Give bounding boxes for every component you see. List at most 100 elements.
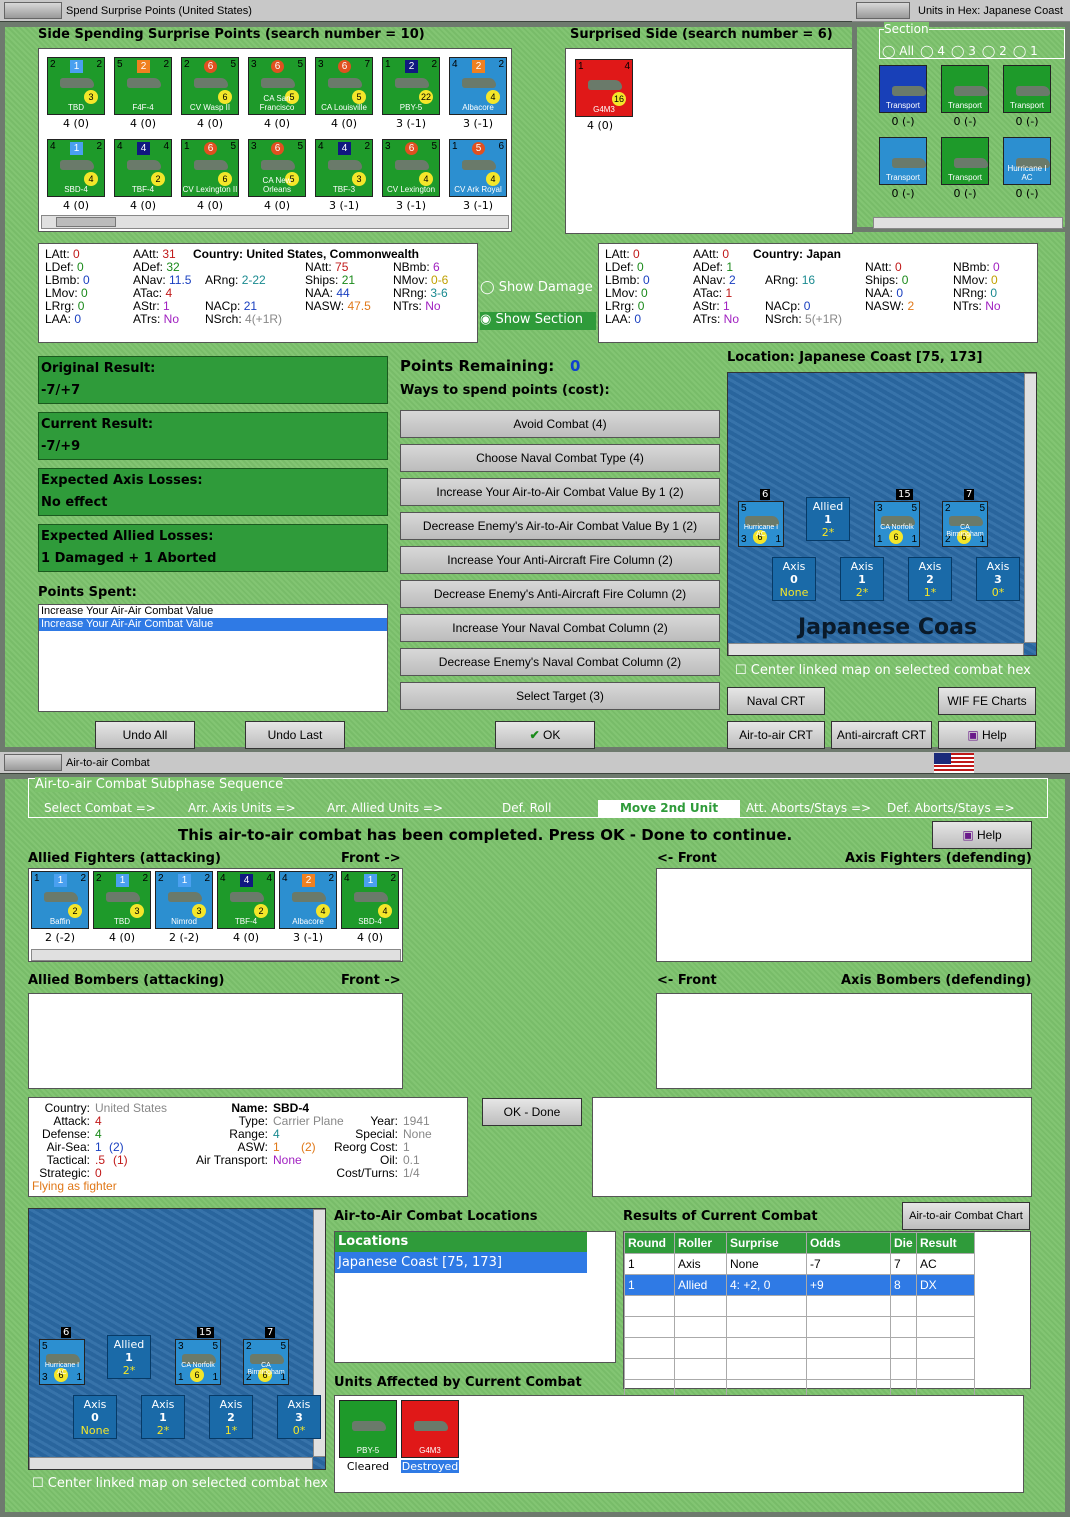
axis-combat-box[interactable]: Axis 1 2* xyxy=(840,557,884,601)
unit-counter[interactable]: 5 2 2 F4F-4 xyxy=(114,57,172,115)
hex-window-titlebar[interactable]: Units in Hex: Japanese Coast [76 xyxy=(852,0,1070,39)
axis-combat-box[interactable]: Axis 0 None xyxy=(73,1395,117,1439)
affected-unit-counter[interactable]: G4M3 xyxy=(401,1400,459,1458)
points-spent-list[interactable]: Increase Your Air-Air Combat Value Incre… xyxy=(38,604,388,712)
spend-option-button[interactable]: Choose Naval Combat Type (4) xyxy=(400,444,720,472)
unit-counter[interactable]: 2 5 6 6 CV Wasp II xyxy=(181,57,239,115)
unit-counter[interactable]: Transport xyxy=(879,137,927,185)
axis-combat-box[interactable]: Axis 0 None xyxy=(772,557,816,601)
map-unit-counter[interactable]: 3 5 6 1 1 CA Norfolk xyxy=(874,501,920,547)
allied-combat-box[interactable]: Allied 1 2* xyxy=(107,1335,151,1379)
unit-counter[interactable]: 4 2 2 4 Albacore xyxy=(279,871,337,929)
combat-linked-map[interactable]: 6 5 6 3 1 Hurricane I AC 15 3 5 6 1 1 CA Norfolk 7 2 5 6… xyxy=(28,1208,326,1470)
unit-counter[interactable]: 3 7 6 5 CA Louisville xyxy=(315,57,373,115)
table-row[interactable]: 1 Allied 4: +2, 0 +9 8 DX xyxy=(624,1274,975,1296)
section-radio-4[interactable]: ◯ 1 xyxy=(1013,44,1038,58)
unit-counter[interactable]: Transport xyxy=(1003,65,1051,113)
units-hscrollbar[interactable] xyxy=(41,215,509,229)
spend-window-titlebar[interactable]: Spend Surprise Points (United States) xyxy=(0,0,852,22)
fighters-hscrollbar[interactable] xyxy=(31,949,401,961)
map-vscrollbar[interactable] xyxy=(1024,373,1036,643)
linked-map[interactable]: Japanese Coas 6 5 6 3 1 Hurricane I AC 15 3 5 6 1 1… xyxy=(727,372,1037,656)
unit-counter[interactable]: 3 5 6 5 CA New Orleans xyxy=(248,139,306,197)
spend-option-button[interactable]: Increase Your Air-to-Air Combat Value By… xyxy=(400,478,720,506)
map-hscrollbar[interactable] xyxy=(728,643,1024,655)
combat-window-titlebar[interactable]: Air-to-air Combat xyxy=(0,752,1070,774)
unit-counter[interactable]: Hurricane I AC xyxy=(1003,137,1051,185)
section-radio-3[interactable]: ◯ 2 xyxy=(982,44,1007,58)
list-item[interactable]: Increase Your Air-Air Combat Value xyxy=(39,618,387,631)
unit-counter[interactable]: Transport xyxy=(879,65,927,113)
map-unit-counter[interactable]: 5 6 3 1 Hurricane I AC xyxy=(39,1339,85,1385)
center-linked-checkbox-bottom[interactable]: ☐ Center linked map on selected combat h… xyxy=(32,1476,328,1491)
section-radio-2[interactable]: ◯ 3 xyxy=(951,44,976,58)
ok-done-button[interactable]: OK - Done xyxy=(482,1098,582,1126)
combat-help-button[interactable]: ▣ Help xyxy=(932,821,1032,849)
undo-all-button[interactable]: Undo All xyxy=(95,721,195,749)
spend-option-button[interactable]: Decrease Enemy's Anti-Aircraft Fire Colu… xyxy=(400,580,720,608)
air-to-air-chart-button[interactable]: Air-to-air Combat Chart xyxy=(902,1202,1030,1230)
spend-option-button[interactable]: Decrease Enemy's Air-to-Air Combat Value… xyxy=(400,512,720,540)
allied-bombers-panel[interactable] xyxy=(28,993,403,1089)
axis-combat-box[interactable]: Axis 2 1* xyxy=(209,1395,253,1439)
map-hscrollbar[interactable] xyxy=(29,1457,313,1469)
unit-counter[interactable]: 4 2 4 3 TBF-3 xyxy=(315,139,373,197)
unit-counter-g4m3[interactable]: 14 16 G4M3 xyxy=(575,59,633,117)
spend-option-button[interactable]: Increase Your Naval Combat Column (2) xyxy=(400,614,720,642)
window-menu-icon[interactable] xyxy=(4,754,62,771)
map-unit-counter[interactable]: 3 5 6 1 1 CA Norfolk xyxy=(175,1339,221,1385)
scroll-thumb[interactable] xyxy=(56,217,116,227)
undo-last-button[interactable]: Undo Last xyxy=(245,721,345,749)
unit-counter[interactable]: 4 2 1 4 SBD-4 xyxy=(341,871,399,929)
map-unit-counter[interactable]: 5 6 3 1 Hurricane I AC xyxy=(738,501,784,547)
section-radio-0[interactable]: ◯ All xyxy=(882,44,914,58)
axis-combat-box[interactable]: Axis 2 1* xyxy=(908,557,952,601)
unit-counter[interactable]: 1 6 5 4 CV Ark Royal xyxy=(449,139,507,197)
affected-unit-counter[interactable]: PBY-5 xyxy=(339,1400,397,1458)
window-menu-icon[interactable] xyxy=(4,2,62,19)
window-menu-icon[interactable] xyxy=(856,2,910,19)
wif-fe-charts-button[interactable]: WIF FE Charts xyxy=(938,687,1036,715)
map-unit-counter[interactable]: 2 5 6 2 1 CA Birmingham xyxy=(942,501,988,547)
unit-counter[interactable]: 1 2 1 2 Baffin xyxy=(31,871,89,929)
list-item[interactable]: Increase Your Air-Air Combat Value xyxy=(39,605,387,618)
axis-combat-box[interactable]: Axis 3 0* xyxy=(277,1395,321,1439)
unit-counter[interactable]: 1 5 6 6 CV Lexington II xyxy=(181,139,239,197)
help-button[interactable]: ▣ Help xyxy=(938,721,1036,749)
allied-fighters-panel[interactable]: 1 2 1 2 Baffin 2 (-2) 2 2 1 3 TBD 4 (0) 2 2 1 3 Nimrod 2 … xyxy=(28,868,403,962)
naval-crt-button[interactable]: Naval CRT xyxy=(727,687,825,715)
section-radio-1[interactable]: ◯ 4 xyxy=(920,44,945,58)
ok-button[interactable]: ✔ OK xyxy=(495,721,595,749)
spend-option-button[interactable]: Select Target (3) xyxy=(400,682,720,710)
spend-option-button[interactable]: Decrease Enemy's Naval Combat Column (2) xyxy=(400,648,720,676)
axis-bombers-panel[interactable] xyxy=(656,993,1032,1089)
locations-list[interactable]: Locations Japanese Coast [75, 173] xyxy=(334,1231,616,1363)
unit-counter[interactable]: 4 2 2 4 Albacore xyxy=(449,57,507,115)
unit-counter[interactable]: 1 2 2 22 PBY-5 xyxy=(382,57,440,115)
spend-option-button[interactable]: Increase Your Anti-Aircraft Fire Column … xyxy=(400,546,720,574)
unit-counter[interactable]: Transport xyxy=(941,65,989,113)
spend-option-button[interactable]: Avoid Combat (4) xyxy=(400,410,720,438)
table-row[interactable]: 1 Axis None -7 7 AC xyxy=(624,1253,975,1275)
show-damage-radio[interactable]: ◯ Show Damage xyxy=(480,280,596,298)
unit-counter[interactable]: 4 4 4 2 TBF-4 xyxy=(217,871,275,929)
location-row[interactable]: Japanese Coast [75, 173] xyxy=(335,1252,587,1273)
unit-counter[interactable]: 3 5 6 5 CA San Francisco xyxy=(248,57,306,115)
center-linked-checkbox[interactable]: ☐ Center linked map on selected combat h… xyxy=(735,663,1031,678)
unit-counter[interactable]: 4 4 4 2 TBF-4 xyxy=(114,139,172,197)
axis-combat-box[interactable]: Axis 1 2* xyxy=(141,1395,185,1439)
show-section-radio[interactable]: ◉ Show Section xyxy=(480,312,596,330)
axis-fighters-panel[interactable] xyxy=(656,868,1032,962)
unit-counter[interactable]: 2 2 1 3 TBD xyxy=(93,871,151,929)
unit-counter[interactable]: 3 5 6 4 CV Lexington xyxy=(382,139,440,197)
hex-hscrollbar[interactable] xyxy=(873,217,1063,229)
unit-counter[interactable]: 2 2 1 3 Nimrod xyxy=(155,871,213,929)
unit-counter[interactable]: 2 2 1 3 TBD xyxy=(47,57,105,115)
unit-counter[interactable]: Transport xyxy=(941,137,989,185)
map-unit-counter[interactable]: 2 5 6 2 1 CA Birmingham xyxy=(243,1339,289,1385)
axis-combat-box[interactable]: Axis 3 0* xyxy=(976,557,1020,601)
allied-combat-box[interactable]: Allied 1 2* xyxy=(806,497,850,541)
unit-counter[interactable]: 4 2 1 4 SBD-4 xyxy=(47,139,105,197)
air-to-air-crt-button[interactable]: Air-to-air CRT xyxy=(727,721,825,749)
anti-aircraft-crt-button[interactable]: Anti-aircraft CRT xyxy=(831,721,932,749)
